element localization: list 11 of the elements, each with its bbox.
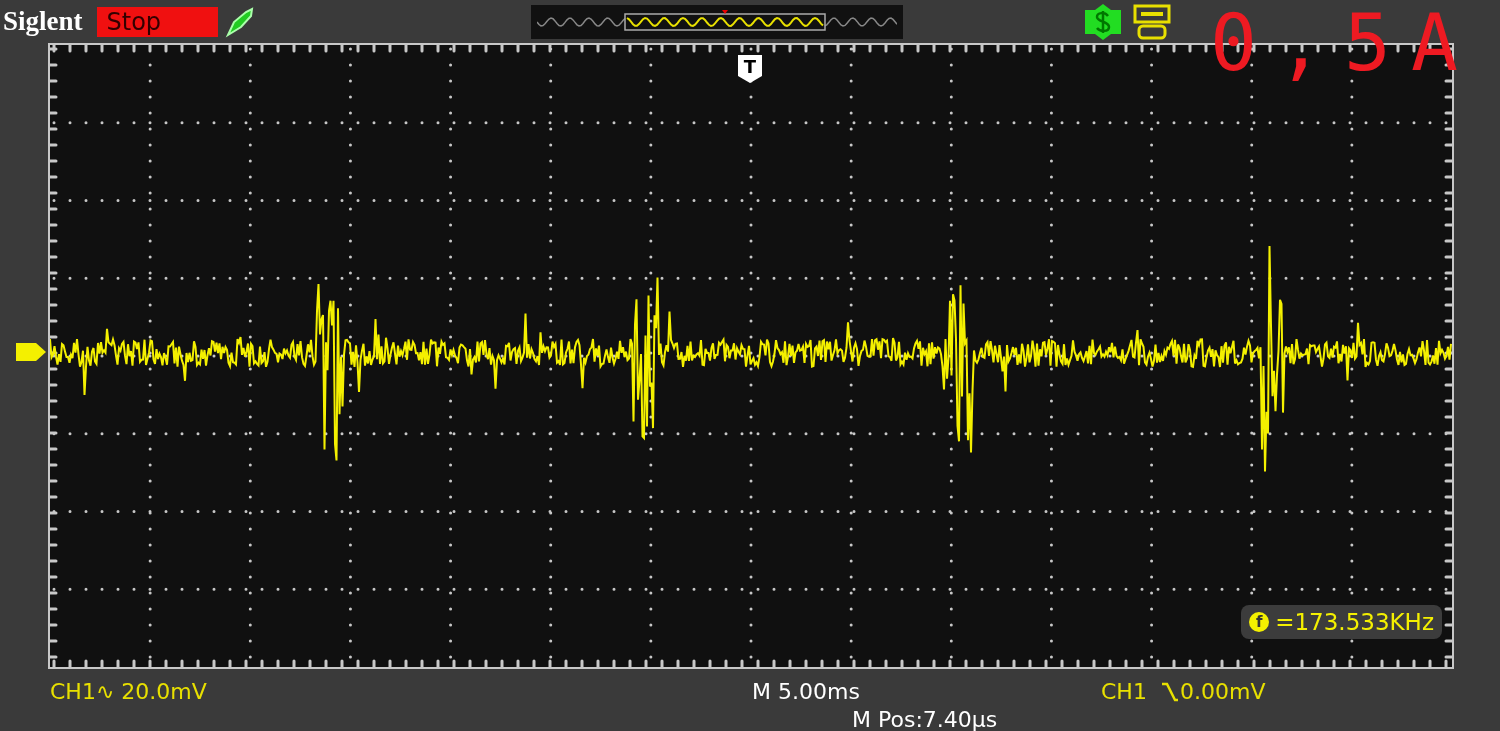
brand-logo: Siglent [3,8,83,35]
trigger-level-label: 0.00mV [1180,678,1266,706]
measurement-readout: f =173.533KHz [1241,605,1442,639]
run-state-indicator: Stop [96,6,218,37]
channel-ground-marker [16,343,48,361]
horizontal-position-label: M Pos:7.40μs [852,706,998,731]
channel-scale-label: CH1∿ 20.0mV [50,678,207,706]
timebase-label: M 5.00ms [752,678,860,706]
trigger-channel-label: CH1 [1101,678,1147,706]
falling-edge-icon [1161,682,1179,702]
trigger-position-marker: T [738,55,762,83]
